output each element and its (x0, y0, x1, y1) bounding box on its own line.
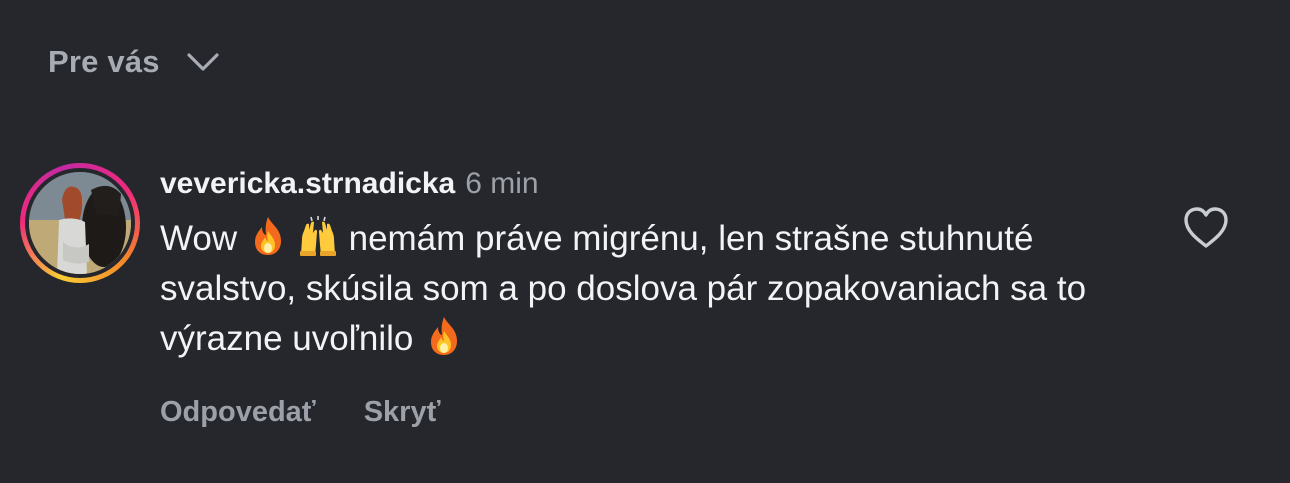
comments-view: Pre vás vevericka.strnadicka 6 min Wow n… (0, 0, 1290, 483)
avatar[interactable] (29, 172, 131, 274)
comment-meta: vevericka.strnadicka 6 min (160, 160, 1120, 208)
username[interactable]: vevericka.strnadicka (160, 167, 455, 201)
sort-dropdown[interactable]: Pre vás (48, 40, 220, 84)
comment-text: Wow nemám práve migrénu, len strašne stu… (160, 214, 1120, 364)
sort-label: Pre vás (48, 44, 160, 79)
raising-hands-emoji (299, 216, 336, 256)
comment-body: vevericka.strnadicka 6 min Wow nemám prá… (160, 160, 1120, 429)
heart-icon (1184, 207, 1228, 248)
story-ring[interactable] (20, 163, 140, 283)
like-button[interactable] (1180, 202, 1232, 254)
hide-button[interactable]: Skryť (364, 396, 441, 429)
timestamp: 6 min (465, 167, 539, 200)
reply-button[interactable]: Odpovedať (160, 396, 316, 429)
comment-actions: Odpovedať Skryť (160, 396, 1120, 429)
comment-text-part1: Wow (160, 219, 247, 258)
fire-emoji (254, 217, 281, 255)
avatar-photo (29, 172, 131, 274)
fire-emoji (431, 317, 458, 355)
chevron-down-icon (187, 53, 219, 71)
